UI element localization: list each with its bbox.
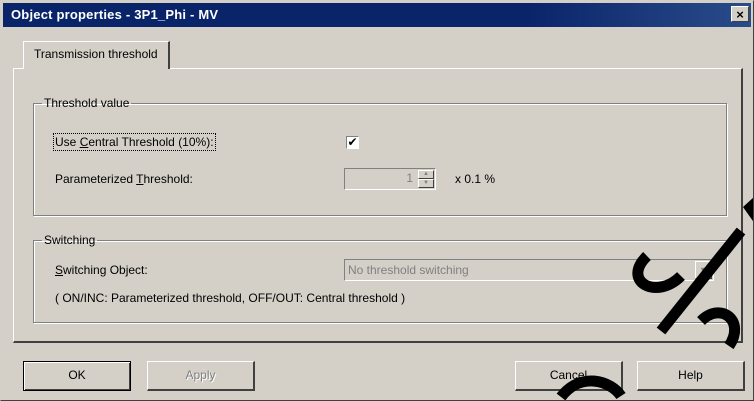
arrow-down-icon[interactable]: ▼ (418, 179, 434, 188)
watermark-stroke (743, 197, 753, 222)
spin-buttons: ▲ ▼ (418, 170, 434, 188)
arrow-up-icon[interactable]: ▲ (418, 170, 434, 179)
ok-button[interactable]: OK (23, 361, 131, 391)
label-text: entral Threshold (10%): (88, 135, 214, 149)
help-button[interactable]: Help (637, 361, 745, 391)
use-central-threshold-label[interactable]: Use Central Threshold (10%): (53, 133, 216, 151)
spinbox-value: 1 (406, 171, 413, 185)
switching-object-label: Switching Object: (55, 263, 148, 277)
switching-object-select[interactable]: No threshold switching ▼ (344, 259, 714, 281)
switching-note: ( ON/INC: Parameterized threshold, OFF/O… (55, 291, 406, 305)
use-central-threshold-checkbox[interactable]: ✔ (346, 136, 359, 149)
label-text: witching Object: (63, 263, 148, 277)
title-bar[interactable]: Object properties - 3P1_Phi - MV × (3, 3, 751, 27)
tab-label: Transmission threshold (34, 47, 158, 61)
threshold-value-legend: Threshold value (44, 96, 130, 110)
apply-button[interactable]: Apply (147, 361, 255, 391)
switching-object-value: No threshold switching (348, 263, 469, 277)
label-text: Parameterized (55, 172, 137, 186)
cancel-button[interactable]: Cancel (515, 361, 623, 391)
close-icon: × (736, 7, 744, 22)
close-button[interactable]: × (731, 6, 749, 22)
parameterized-threshold-spinbox[interactable]: 1 ▲ ▼ (344, 168, 436, 190)
threshold-unit-label: x 0.1 % (455, 172, 496, 186)
label-text: hreshold: (143, 172, 193, 186)
checkmark-icon: ✔ (347, 135, 358, 149)
accelerator-key: S (55, 263, 64, 277)
window-title: Object properties - 3P1_Phi - MV (11, 7, 219, 22)
object-properties-dialog: Object properties - 3P1_Phi - MV × Trans… (0, 0, 754, 401)
parameterized-threshold-label: Parameterized Threshold: (55, 172, 193, 186)
tab-transmission-threshold[interactable]: Transmission threshold (23, 41, 170, 69)
label-text: Use (55, 135, 80, 149)
chevron-down-icon[interactable]: ▼ (695, 261, 712, 279)
accelerator-key: T (136, 172, 144, 186)
switching-legend: Switching (44, 233, 96, 247)
threshold-value-group: Threshold value (33, 96, 727, 216)
